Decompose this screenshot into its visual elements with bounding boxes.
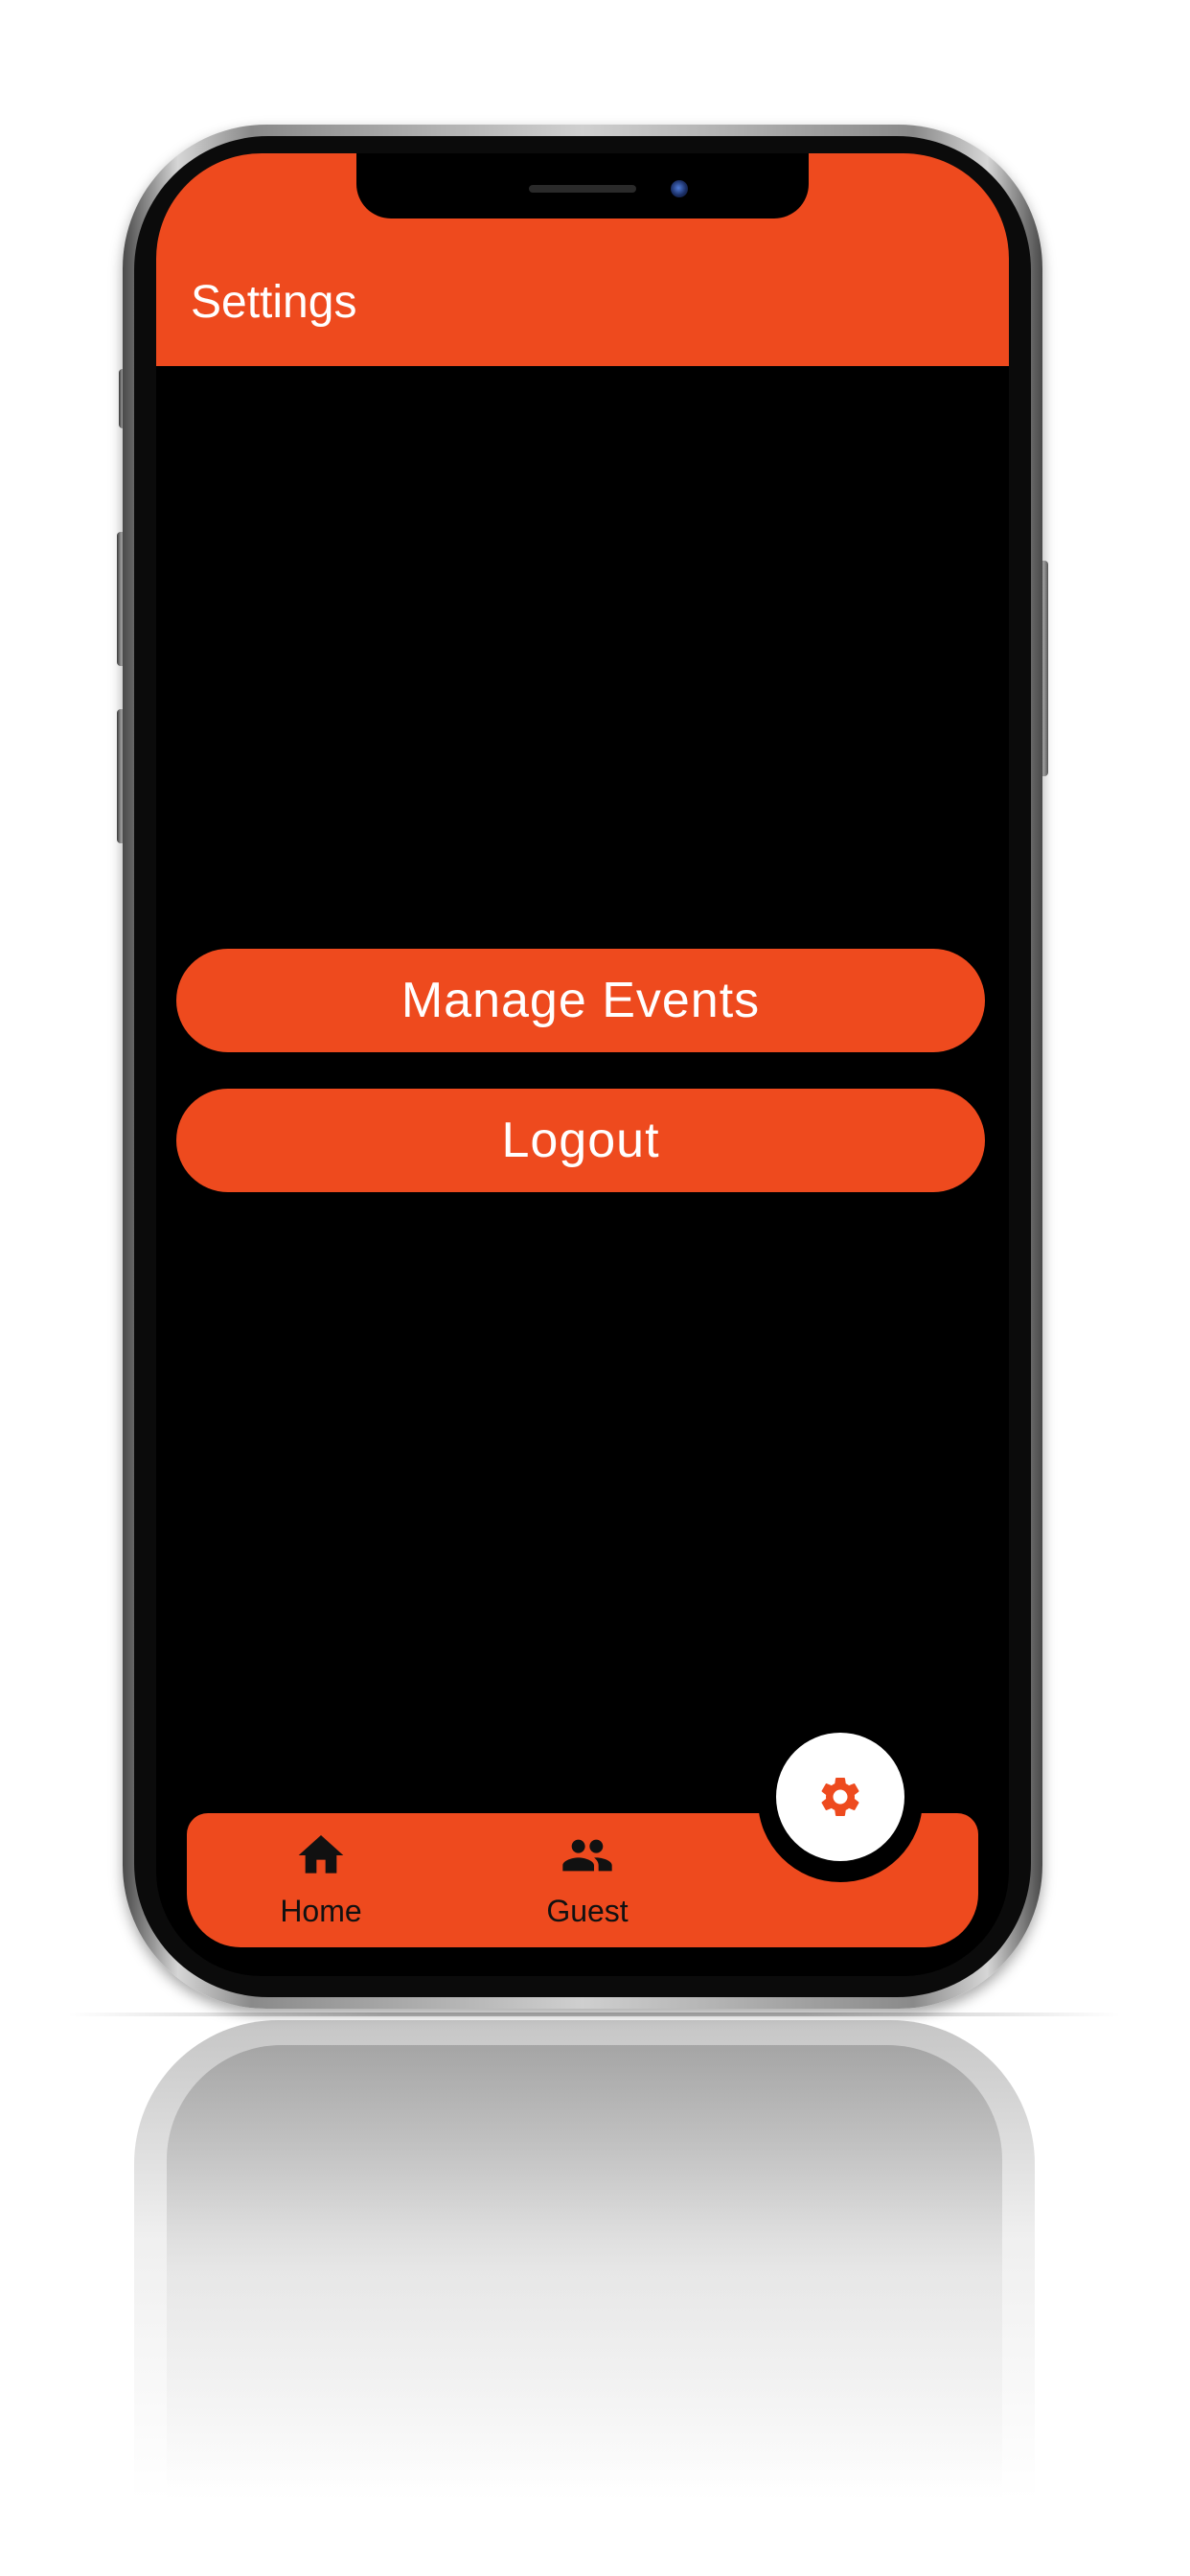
- nav-item-label: Guest: [546, 1894, 629, 1928]
- home-icon: [298, 1835, 344, 1874]
- floor-shadow: [67, 2012, 1121, 2016]
- page-title: Settings: [191, 277, 357, 328]
- settings-fab-button[interactable]: [776, 1733, 904, 1861]
- logout-button[interactable]: Logout: [176, 1089, 985, 1192]
- manage-events-button[interactable]: Manage Events: [176, 949, 985, 1052]
- speaker-grille: [529, 185, 636, 193]
- nav-item-guest[interactable]: Guest: [492, 1828, 683, 1934]
- people-icon: [562, 1839, 612, 1872]
- device-mockup: Settings Manage Events Logout Home Guest: [0, 0, 1190, 2576]
- nav-item-label: Home: [280, 1894, 362, 1928]
- phone-notch: [356, 153, 809, 218]
- front-camera: [671, 180, 688, 197]
- phone-reflection: [134, 2020, 1035, 2499]
- phone-reflection-screen: [167, 2045, 1002, 2499]
- nav-item-home[interactable]: Home: [225, 1828, 417, 1934]
- app-screen: Settings Manage Events Logout Home Guest: [156, 153, 1009, 1976]
- gear-icon: [821, 1778, 859, 1816]
- bottom-navigation: Home Guest: [187, 1717, 978, 1947]
